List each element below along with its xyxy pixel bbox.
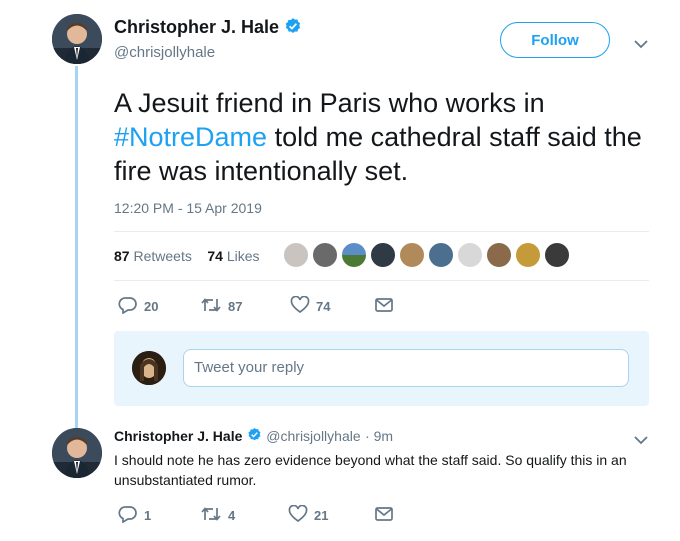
liker-avatar[interactable]	[457, 242, 483, 268]
chevron-down-icon[interactable]	[634, 432, 648, 450]
direct-message-icon	[374, 506, 394, 525]
current-user-avatar	[132, 351, 166, 385]
liker-avatar[interactable]	[312, 242, 338, 268]
retweets-count: 87	[114, 248, 130, 264]
reply-time[interactable]: · 9m	[365, 428, 393, 444]
liker-avatar[interactable]	[399, 242, 425, 268]
liker-avatar[interactable]	[515, 242, 541, 268]
reply-action[interactable]: 20	[118, 296, 200, 317]
tweet-stats: 87 Retweets 74 Likes	[114, 248, 260, 264]
divider	[114, 280, 649, 281]
reply-action[interactable]: 1	[118, 505, 200, 526]
liker-avatar[interactable]	[341, 242, 367, 268]
liker-avatar[interactable]	[544, 242, 570, 268]
tweet-timestamp[interactable]: 12:20 PM - 15 Apr 2019	[114, 200, 262, 216]
liker-avatar[interactable]	[370, 242, 396, 268]
author-handle[interactable]: @chrisjollyhale	[114, 44, 215, 61]
direct-message-action[interactable]	[374, 506, 394, 525]
direct-message-action[interactable]	[374, 297, 394, 316]
liker-avatar[interactable]	[283, 242, 309, 268]
retweets-stat[interactable]: 87 Retweets	[114, 248, 192, 264]
liker-avatar[interactable]	[428, 242, 454, 268]
retweet-count: 4	[228, 508, 236, 523]
likes-stat[interactable]: 74 Likes	[207, 248, 259, 264]
hashtag-link[interactable]: #NotreDame	[114, 122, 267, 152]
direct-message-icon	[374, 297, 394, 316]
thread-line	[75, 66, 78, 428]
like-icon	[288, 504, 308, 526]
liker-avatar[interactable]	[486, 242, 512, 268]
tweet-actions: 20 87 74	[118, 295, 394, 317]
divider	[114, 231, 649, 232]
like-count: 74	[316, 299, 331, 314]
follow-button[interactable]: Follow	[500, 22, 610, 58]
verified-badge-icon	[284, 17, 302, 40]
reply-text: I should note he has zero evidence beyon…	[114, 452, 627, 488]
tweet-text-part: A Jesuit friend in Paris who works in	[114, 88, 545, 118]
reply-input[interactable]: Tweet your reply	[183, 349, 629, 387]
author-name[interactable]: Christopher J. Hale	[114, 17, 279, 37]
reply-actions: 1 4 21	[118, 504, 394, 526]
like-count: 21	[314, 508, 329, 523]
retweet-icon	[200, 506, 222, 525]
reply-author-handle[interactable]: @chrisjollyhale	[266, 428, 360, 444]
reply-icon	[118, 505, 138, 526]
reply-author-avatar[interactable]	[52, 428, 102, 478]
like-action[interactable]: 74	[290, 295, 374, 317]
likes-label: Likes	[226, 248, 260, 264]
like-icon	[290, 295, 310, 317]
retweet-action[interactable]: 87	[200, 297, 290, 316]
reply-count: 20	[144, 299, 159, 314]
liker-avatars	[283, 242, 570, 268]
author-avatar[interactable]	[52, 14, 102, 64]
reply-author-name[interactable]: Christopher J. Hale	[114, 428, 242, 444]
reply-icon	[118, 296, 138, 317]
verified-badge-icon	[247, 427, 262, 447]
reply-count: 1	[144, 508, 152, 523]
chevron-down-icon[interactable]	[634, 36, 648, 54]
retweets-label: Retweets	[133, 248, 192, 264]
retweet-count: 87	[228, 299, 243, 314]
tweet-text: A Jesuit friend in Paris who works in #No…	[114, 86, 659, 188]
like-action[interactable]: 21	[288, 504, 374, 526]
retweet-icon	[200, 297, 222, 316]
likes-count: 74	[207, 248, 223, 264]
retweet-action[interactable]: 4	[200, 506, 288, 525]
